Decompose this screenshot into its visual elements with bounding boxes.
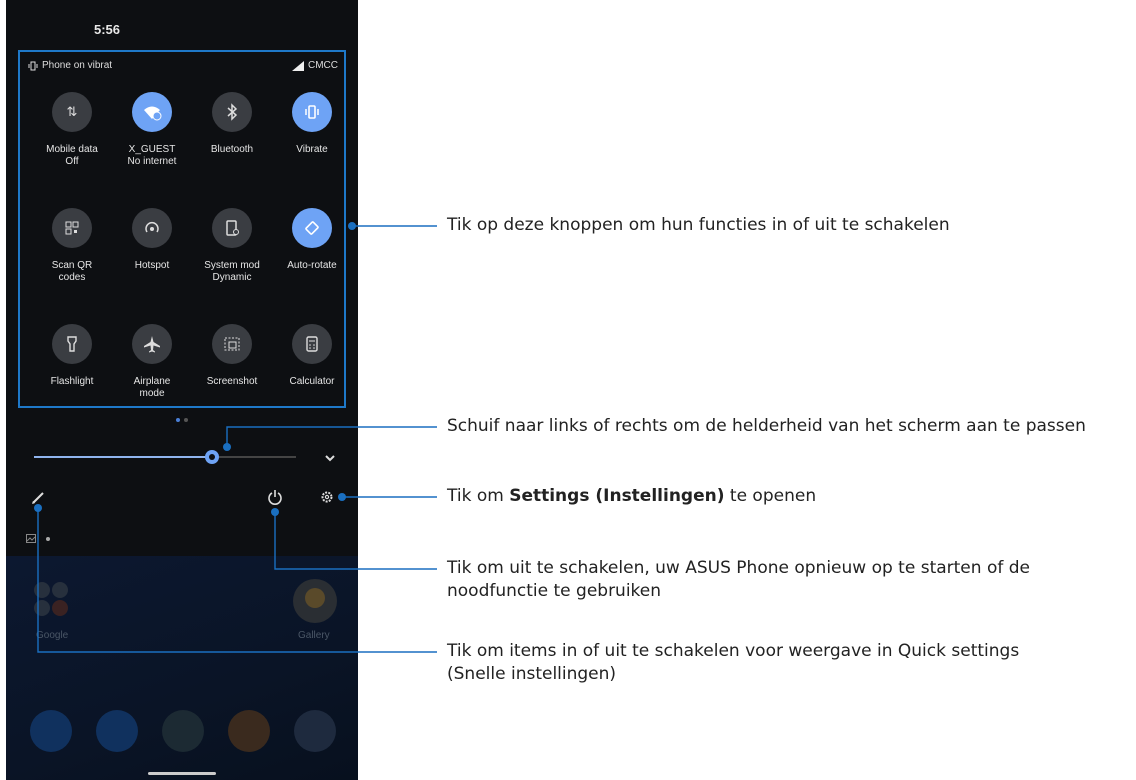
caption-edit-line2: (Snelle instellingen): [447, 664, 617, 684]
caption-settings: Tik om Settings (Instellingen) te openen: [447, 485, 816, 508]
caption-settings-bold: Settings (Instellingen): [509, 486, 725, 506]
caption-edit: Tik om items in of uit te schakelen voor…: [447, 640, 1019, 686]
caption-settings-post: te openen: [724, 486, 817, 506]
caption-brightness: Schuif naar links of rechts om de helder…: [447, 416, 1086, 436]
caption-settings-pre: Tik om: [447, 486, 510, 506]
caption-power-line2: noodfunctie te gebruiken: [447, 581, 662, 601]
caption-power-line1: Tik om uit te schakelen, uw ASUS Phone o…: [447, 558, 1030, 578]
caption-power: Tik om uit te schakelen, uw ASUS Phone o…: [447, 557, 1030, 603]
caption-tiles: Tik op deze knoppen om hun functies in o…: [447, 215, 950, 235]
caption-edit-line1: Tik om items in of uit te schakelen voor…: [447, 641, 1020, 661]
